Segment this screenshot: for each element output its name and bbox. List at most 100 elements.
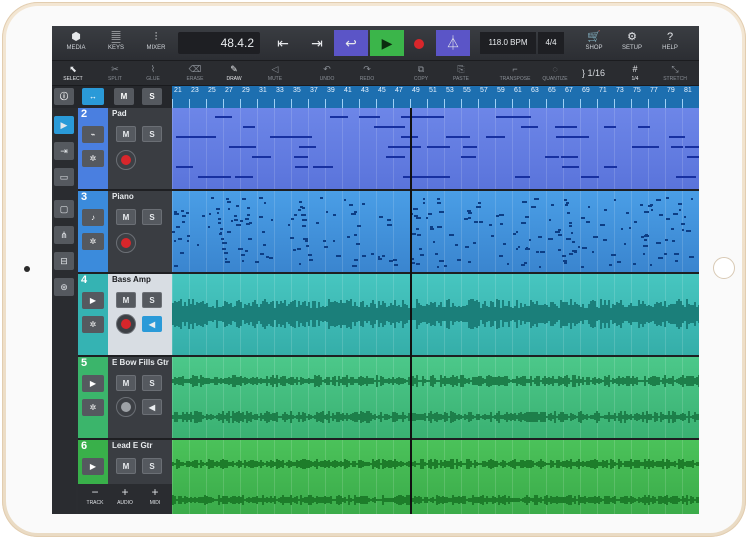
midi-note bbox=[226, 198, 229, 201]
expand-icon: ↔ bbox=[89, 92, 97, 101]
mute-button[interactable]: M bbox=[116, 209, 136, 225]
global-mute-button[interactable]: M bbox=[114, 88, 134, 105]
editor-button[interactable]: ▭ bbox=[54, 168, 74, 186]
draw-tool[interactable]: ✎ DRAW bbox=[217, 62, 251, 84]
record-arm-button[interactable] bbox=[116, 314, 136, 334]
monitor-speaker-button[interactable]: ◀ bbox=[142, 316, 162, 332]
instrument-icon[interactable]: ✲ bbox=[82, 233, 104, 250]
metronome-button[interactable]: ⏃ bbox=[436, 30, 470, 56]
midi-note bbox=[521, 222, 526, 224]
time-signature-display[interactable]: 4/4 bbox=[538, 32, 564, 54]
import-button[interactable]: ⇥ bbox=[54, 142, 74, 160]
copy-button[interactable]: ⧉ COPY bbox=[404, 62, 438, 84]
solo-button[interactable]: S bbox=[142, 375, 162, 391]
midi-note bbox=[473, 241, 477, 244]
play-icon[interactable]: ▶ bbox=[82, 375, 104, 392]
help-button[interactable]: ? HELP bbox=[652, 29, 688, 57]
routing-button[interactable]: ⋔ bbox=[54, 226, 74, 244]
undo-button[interactable]: ↶ UNDO bbox=[310, 62, 344, 84]
track-lane[interactable] bbox=[172, 357, 699, 440]
question-icon: ? bbox=[666, 31, 674, 43]
mute-tool[interactable]: ◁ MUTE bbox=[258, 62, 292, 84]
grid-line bbox=[359, 357, 360, 438]
midi-note bbox=[668, 136, 686, 138]
remove-track-button[interactable]: − TRACK bbox=[80, 485, 110, 506]
midi-note bbox=[569, 221, 572, 224]
track-lane[interactable] bbox=[172, 191, 699, 274]
fx-button[interactable]: ⊛ bbox=[54, 278, 74, 296]
quantize-value[interactable]: } 1/16 bbox=[582, 64, 605, 82]
mute-button[interactable]: M bbox=[116, 375, 136, 391]
grid-line bbox=[682, 191, 683, 272]
track-lane[interactable] bbox=[172, 440, 699, 514]
shop-button[interactable]: 🛒 SHOP bbox=[576, 29, 612, 57]
glue-tool[interactable]: ⌇ GLUE bbox=[136, 62, 170, 84]
play-icon[interactable]: ▶ bbox=[82, 458, 104, 475]
grid-button[interactable]: #1/4 bbox=[618, 62, 652, 84]
midi-note bbox=[175, 136, 194, 138]
solo-button[interactable]: S bbox=[142, 292, 162, 308]
track-view-toggle[interactable]: ↔ bbox=[82, 88, 104, 105]
instrument-icon[interactable]: ✲ bbox=[82, 399, 104, 416]
record-arm-button[interactable] bbox=[116, 150, 136, 170]
play-button[interactable]: ▶ bbox=[370, 30, 404, 56]
piano-icon[interactable]: ♪ bbox=[82, 209, 104, 226]
solo-button[interactable]: S bbox=[142, 458, 162, 474]
track-header[interactable]: 4 Bass Amp ▶ ✲ M S ◀ bbox=[78, 274, 172, 357]
redo-button[interactable]: ↷ REDO bbox=[350, 62, 384, 84]
monitor-icon: ▢ bbox=[59, 204, 69, 214]
midi-note bbox=[173, 265, 178, 268]
setup-button[interactable]: ⚙ SETUP bbox=[614, 29, 650, 57]
monitor-button[interactable]: ▢ bbox=[54, 200, 74, 218]
timeline-ruler[interactable]: 21 23 25 27 29 31 33 35 37 39 41 43 45 47 49 51 53 55 57 59… bbox=[172, 86, 699, 108]
arrangement-area[interactable] bbox=[172, 108, 699, 514]
mute-button[interactable]: M bbox=[116, 458, 136, 474]
midi-note bbox=[562, 260, 568, 263]
solo-button[interactable]: S bbox=[142, 209, 162, 225]
track-header[interactable]: 2 Pad ⌁ ✲ M S bbox=[78, 108, 172, 191]
record-button[interactable] bbox=[404, 30, 434, 56]
paste-button[interactable]: ⎘ PASTE bbox=[444, 62, 478, 84]
fader-button[interactable]: ⊟ bbox=[54, 252, 74, 270]
transpose-button[interactable]: ⌐ TRANSPOSE bbox=[498, 62, 532, 84]
keys-button[interactable]: 𝄛 KEYS bbox=[98, 29, 134, 57]
add-audio-track-button[interactable]: + AUDIO bbox=[110, 485, 140, 506]
inspector-toggle-button[interactable]: ▶ bbox=[54, 116, 74, 134]
playhead[interactable] bbox=[410, 108, 412, 514]
home-button[interactable] bbox=[713, 257, 735, 279]
quantize-button[interactable]: ◌ QUANTIZE bbox=[538, 62, 572, 84]
midi-note bbox=[173, 212, 179, 215]
track-lane[interactable] bbox=[172, 108, 699, 191]
global-solo-button[interactable]: S bbox=[142, 88, 162, 105]
mute-button[interactable]: M bbox=[116, 292, 136, 308]
midi-note bbox=[621, 227, 624, 230]
solo-button[interactable]: S bbox=[142, 126, 162, 142]
monitor-speaker-button[interactable]: ◀ bbox=[142, 399, 162, 415]
add-midi-track-button[interactable]: + MIDI bbox=[140, 485, 170, 506]
media-button[interactable]: ⬢ MEDIA bbox=[58, 29, 94, 57]
ruler-tick bbox=[291, 99, 292, 108]
split-tool[interactable]: ✂ SPLIT bbox=[98, 62, 132, 84]
record-arm-button[interactable] bbox=[116, 397, 136, 417]
tempo-display[interactable]: 118.0 BPM bbox=[480, 32, 536, 54]
midi-note bbox=[674, 252, 680, 255]
erase-tool[interactable]: ⌫ ERASE bbox=[178, 62, 212, 84]
grid-line bbox=[546, 191, 547, 272]
instrument-icon[interactable]: ✲ bbox=[82, 316, 104, 333]
instrument-icon[interactable]: ✲ bbox=[82, 150, 104, 167]
mute-button[interactable]: M bbox=[116, 126, 136, 142]
synth-icon[interactable]: ⌁ bbox=[82, 126, 104, 143]
track-header[interactable]: 5 E Bow Fills Gtr ▶ ✲ M S ◀ bbox=[78, 357, 172, 440]
mixer-button[interactable]: ⫶ MIXER bbox=[138, 29, 174, 57]
play-icon[interactable]: ▶ bbox=[82, 292, 104, 309]
track-lane[interactable] bbox=[172, 274, 699, 357]
record-arm-button[interactable] bbox=[116, 233, 136, 253]
position-display[interactable]: 48.4.2 bbox=[178, 32, 260, 54]
loop-button[interactable]: ↩ bbox=[334, 30, 368, 56]
rewind-start-button[interactable]: ⇤ bbox=[268, 30, 298, 56]
track-header[interactable]: 3 Piano ♪ ✲ M S bbox=[78, 191, 172, 274]
stretch-button[interactable]: ⤡ STRETCH bbox=[658, 62, 692, 84]
forward-end-button[interactable]: ⇥ bbox=[302, 30, 332, 56]
info-button[interactable]: ⓘ bbox=[54, 88, 74, 105]
select-tool[interactable]: ⬉ SELECT bbox=[56, 62, 90, 84]
